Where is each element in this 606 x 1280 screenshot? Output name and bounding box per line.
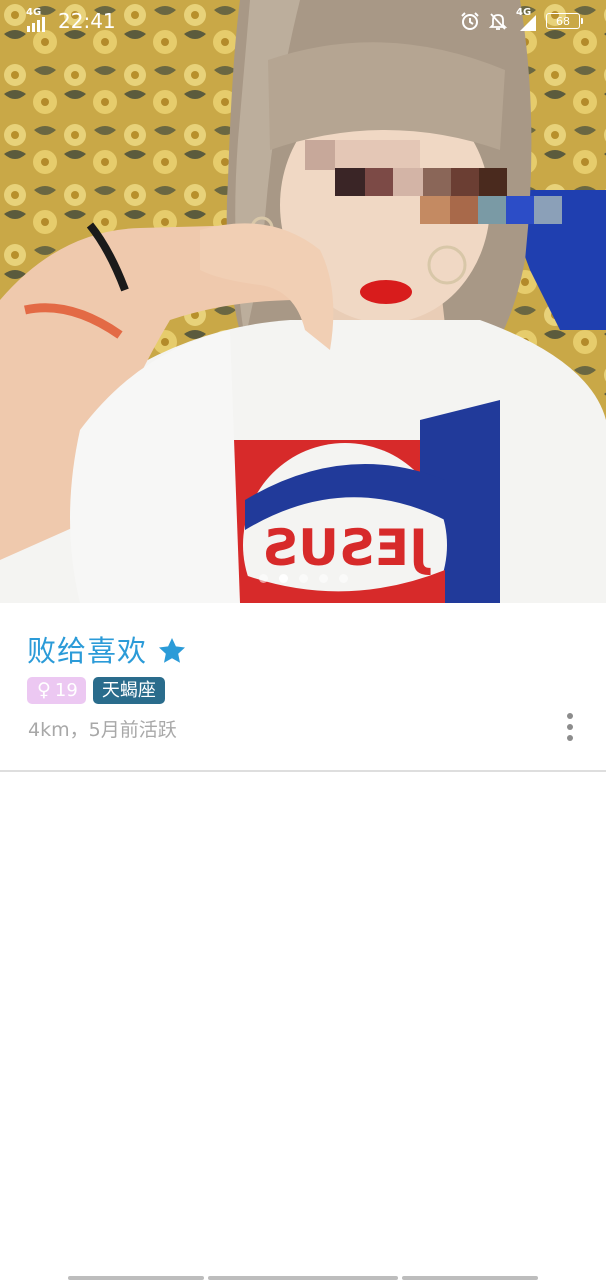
mute-bell-icon <box>488 13 508 30</box>
profile-info: 败给喜欢 ♀ 19 天蝎座 4km，5月前活跃 <box>0 603 606 771</box>
content-area <box>0 772 606 1272</box>
star-icon <box>159 638 186 663</box>
nav-hint-bar[interactable] <box>68 1276 204 1280</box>
profile-screen: JESUS 4G 22:41 4G 68 败给喜欢 ♀ 19 天蝎座 4km，5… <box>0 0 606 1280</box>
shirt-text: JESUS <box>262 519 430 577</box>
carousel-dot[interactable] <box>338 574 348 583</box>
zodiac-badge: 天蝎座 <box>92 677 165 704</box>
profile-photo[interactable]: JESUS <box>0 0 606 603</box>
age-label: 19 <box>54 680 78 701</box>
carousel-dot-active[interactable] <box>278 574 288 583</box>
carousel-indicator <box>0 574 606 583</box>
battery-level: 68 <box>556 14 570 28</box>
status-left: 4G 22:41 <box>26 8 116 34</box>
profile-name: 败给喜欢 <box>27 634 148 668</box>
profile-tags: ♀ 19 天蝎座 <box>27 677 165 704</box>
more-dot-icon <box>567 724 573 730</box>
profile-photo-art: JESUS <box>0 0 606 603</box>
more-dot-icon <box>567 713 573 719</box>
status-bar: 4G 22:41 4G 68 <box>0 0 606 42</box>
carousel-dot[interactable] <box>258 574 268 583</box>
alarm-icon <box>461 12 479 30</box>
distance-activity-text: 4km，5月前活跃 <box>28 719 177 741</box>
carousel-dot[interactable] <box>318 574 328 583</box>
nav-hint-bar[interactable] <box>402 1276 538 1280</box>
female-icon: ♀ <box>37 679 51 701</box>
status-time: 22:41 <box>58 9 116 33</box>
battery-icon: 68 <box>546 13 583 29</box>
status-right: 4G 68 <box>460 8 583 34</box>
carousel-dot[interactable] <box>298 574 308 583</box>
more-dot-icon <box>567 735 573 741</box>
gender-age-badge: ♀ 19 <box>27 677 86 704</box>
signal-icon: 4G <box>516 8 538 32</box>
more-options-button[interactable] <box>558 707 582 747</box>
signal-icon: 4G <box>26 8 52 33</box>
name-row: 败给喜欢 <box>27 633 187 669</box>
bottom-navigation-hint <box>0 1276 606 1280</box>
nav-hint-bar[interactable] <box>208 1276 398 1280</box>
